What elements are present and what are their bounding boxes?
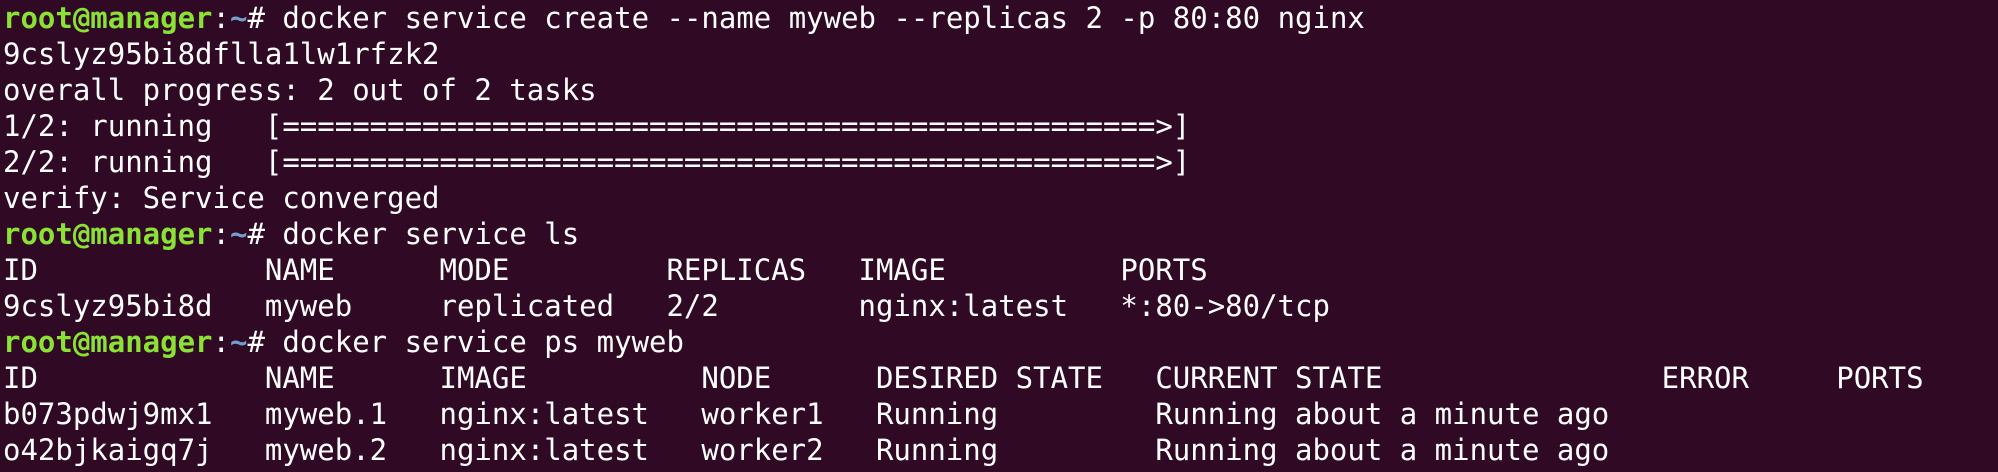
prompt-user: root@manager — [3, 217, 213, 251]
prompt-separator: : — [212, 325, 230, 359]
prompt-path: ~ — [229, 1, 248, 35]
prompt-separator: : — [212, 217, 230, 251]
output-line-task-2-progress: 2/2: running [==========================… — [3, 145, 1191, 179]
prompt-line-service-ls: root@manager:~# docker service ls — [3, 216, 1998, 252]
prompt-symbol: # — [247, 217, 283, 251]
prompt-line-service-ps: root@manager:~# docker service ps myweb — [3, 324, 1998, 360]
command-text: docker service ls — [282, 217, 580, 251]
output-line-verify: verify: Service converged — [3, 181, 440, 215]
service-ps-row: b073pdwj9mx1 myweb.1 nginx:latest worker… — [3, 397, 1610, 431]
prompt-user: root@manager — [3, 325, 213, 359]
service-ps-row: o42bjkaigq7j myweb.2 nginx:latest worker… — [3, 433, 1610, 467]
service-ls-header-row: ID NAME MODE REPLICAS IMAGE PORTS — [3, 253, 1208, 287]
prompt-separator: : — [212, 1, 230, 35]
output-line-overall-progress: overall progress: 2 out of 2 tasks — [3, 73, 597, 107]
prompt-path: ~ — [229, 217, 248, 251]
service-ps-header-row: ID NAME IMAGE NODE DESIRED STATE CURRENT… — [3, 361, 1924, 395]
prompt-path: ~ — [229, 325, 248, 359]
prompt-symbol: # — [247, 325, 283, 359]
command-text: docker service create --name myweb --rep… — [282, 1, 1365, 35]
prompt-symbol: # — [247, 1, 283, 35]
output-line-task-1-progress: 1/2: running [==========================… — [3, 109, 1191, 143]
command-text: docker service ps myweb — [282, 325, 684, 359]
terminal-window[interactable]: root@manager:~# docker service create --… — [0, 0, 1998, 472]
prompt-user: root@manager — [3, 1, 213, 35]
output-line-service-id: 9cslyz95bi8dflla1lw1rfzk2 — [3, 37, 440, 71]
prompt-line-service-create: root@manager:~# docker service create --… — [3, 0, 1998, 36]
service-ls-row: 9cslyz95bi8d myweb replicated 2/2 nginx:… — [3, 289, 1330, 323]
